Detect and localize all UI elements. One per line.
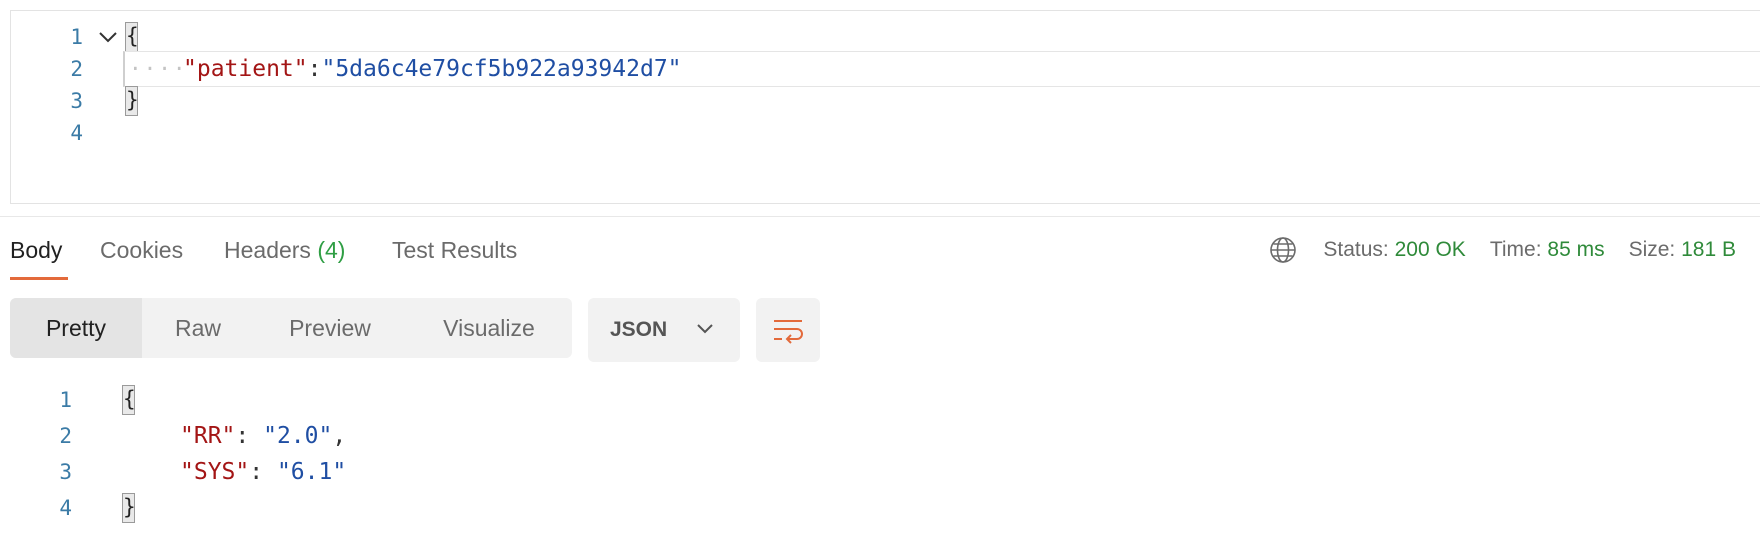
editor-line-4: 4: [11, 115, 1760, 151]
response-line-2: 2 "RR": "2.0",: [0, 418, 1760, 454]
tab-headers-label: Headers: [224, 237, 311, 263]
time-value: 85 ms: [1547, 238, 1605, 261]
json-colon: :: [307, 56, 322, 82]
active-tab-indicator: [10, 277, 68, 280]
chevron-down-icon: [697, 324, 713, 334]
status-label: Status:: [1323, 238, 1389, 261]
response-meta: Status: 200 OK Time: 85 ms Size: 181 B: [1269, 232, 1736, 268]
editor-line-3: 3 }: [11, 83, 1760, 119]
json-colon: :: [235, 423, 264, 449]
json-string-value: "5da6c4e79cf5b922a93942d7": [321, 56, 682, 82]
tab-body-label: Body: [10, 237, 63, 263]
line-number: 2: [59, 424, 72, 448]
matching-brace: }: [125, 86, 138, 116]
matching-brace: {: [122, 385, 135, 415]
line-number: 1: [70, 25, 83, 49]
tab-test-results-label: Test Results: [392, 237, 518, 263]
response-body-viewer[interactable]: 1 { 2 "RR": "2.0", 3 "SYS": "6.1" 4 }: [0, 382, 1760, 542]
line-number: 4: [70, 121, 83, 145]
tab-headers[interactable]: Headers (4): [224, 230, 345, 282]
word-wrap-button[interactable]: [756, 298, 820, 362]
view-mode-pretty[interactable]: Pretty: [10, 298, 142, 358]
indent-guide: ····: [129, 57, 188, 81]
json-key: "patient": [183, 56, 308, 82]
globe-icon[interactable]: [1269, 236, 1297, 264]
status-value: 200 OK: [1394, 238, 1466, 261]
editor-line-1: 1 {: [11, 19, 1760, 55]
time-label: Time:: [1489, 238, 1542, 261]
json-string-value: "2.0": [263, 423, 333, 449]
size-value: 181 B: [1681, 238, 1736, 261]
format-select-value: JSON: [610, 318, 668, 341]
tab-cookies-label: Cookies: [100, 237, 184, 263]
tab-body[interactable]: Body: [10, 230, 68, 282]
response-line-3: 3 "SYS": "6.1": [0, 454, 1760, 490]
size-stat[interactable]: Size: 181 B: [1629, 232, 1736, 268]
view-mode-preview[interactable]: Preview: [254, 298, 406, 358]
headers-count-badge: (4): [317, 237, 346, 263]
response-line-1: 1 {: [0, 382, 1760, 418]
word-wrap-icon: [774, 320, 803, 344]
matching-brace: }: [122, 493, 135, 523]
response-line-4: 4 }: [0, 490, 1760, 526]
json-pair: "patient":"5da6c4e79cf5b922a93942d7": [183, 51, 682, 87]
section-divider: [0, 216, 1760, 217]
line-number: 3: [59, 460, 72, 484]
line-number: 2: [70, 57, 83, 81]
json-pair: "RR": "2.0",: [180, 418, 346, 454]
app-root: 1 { 2 ···· "patient":"5da6c4e79cf5b922a9…: [0, 0, 1760, 560]
view-mode-visualize[interactable]: Visualize: [406, 298, 572, 358]
json-colon: :: [249, 459, 277, 485]
line-number: 4: [59, 496, 72, 520]
line-number: 1: [59, 388, 72, 412]
tab-cookies[interactable]: Cookies: [100, 230, 183, 282]
chevron-down-icon[interactable]: [97, 28, 119, 46]
format-select[interactable]: JSON: [588, 298, 740, 362]
status-stat[interactable]: Status: 200 OK: [1323, 232, 1465, 268]
size-label: Size:: [1628, 238, 1676, 261]
time-stat[interactable]: Time: 85 ms: [1490, 232, 1605, 268]
json-comma: ,: [332, 423, 347, 449]
line-number: 3: [70, 89, 83, 113]
tab-test-results[interactable]: Test Results: [392, 230, 517, 282]
json-key: "RR": [180, 423, 236, 449]
view-mode-segmented-control: Pretty Raw Preview Visualize: [10, 298, 572, 358]
matching-brace: {: [125, 22, 138, 52]
view-mode-raw[interactable]: Raw: [142, 298, 254, 358]
editor-line-2: 2 ···· "patient":"5da6c4e79cf5b922a93942…: [11, 51, 1760, 87]
json-key: "SYS": [180, 459, 250, 485]
request-body-editor[interactable]: 1 { 2 ···· "patient":"5da6c4e79cf5b922a9…: [10, 10, 1760, 204]
json-pair: "SYS": "6.1": [180, 454, 346, 490]
json-string-value: "6.1": [276, 459, 347, 485]
